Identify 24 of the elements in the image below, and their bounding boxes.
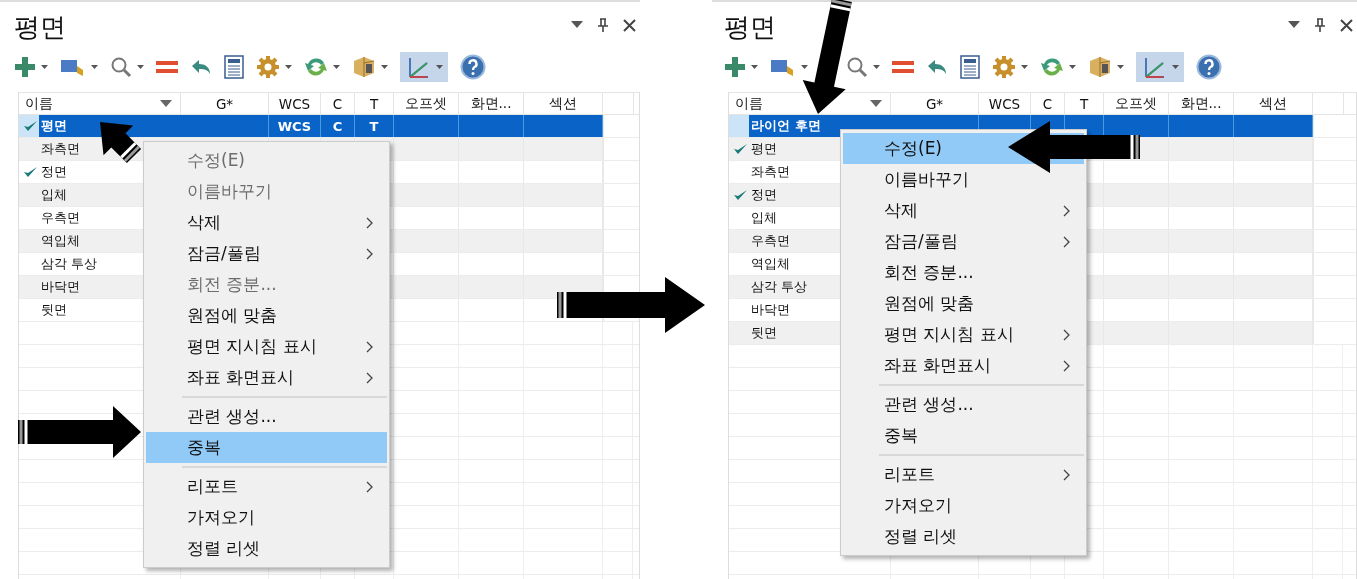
row-name: 좌측면 [41,140,80,158]
row-name: 평면 [751,140,777,158]
row-name: 삼각 투상 [41,255,98,273]
row-name: 삼각 투상 [751,278,808,296]
panel-title: 평면 [724,10,776,44]
row-name: 역입체 [751,255,790,273]
row-name: 뒷면 [41,301,67,319]
row-name: 뒷면 [751,324,777,342]
row-name: 우측면 [751,232,790,250]
table-cell: T [369,118,379,134]
row-name: 좌측면 [751,163,790,181]
table-cell: WCS [277,118,312,134]
row-name: 정면 [751,186,777,204]
row-name: 바닥면 [751,301,790,319]
row-name: 입체 [751,209,777,227]
row-name: 우측면 [41,209,80,227]
row-name: 평면 [41,117,67,135]
row-name: 라이언 후면 [751,117,821,135]
row-name: 역입체 [41,232,80,250]
row-name: 바닥면 [41,278,80,296]
row-name: 정면 [41,163,67,181]
panel-title: 평면 [14,10,66,44]
table-cell: C [332,118,343,134]
row-name: 입체 [41,186,67,204]
